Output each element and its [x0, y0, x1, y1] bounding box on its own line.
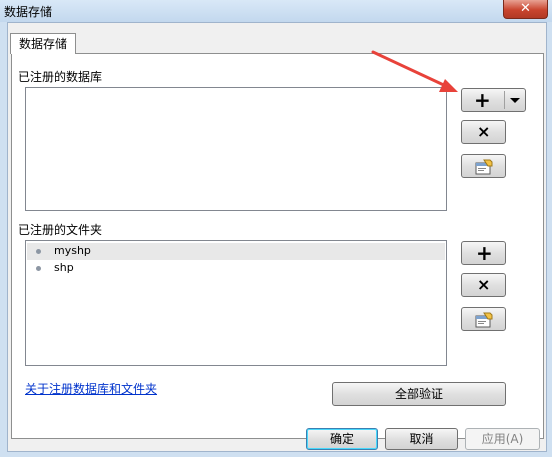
- apply-button[interactable]: 应用(A): [465, 428, 540, 450]
- title-bar: 数据存储 ✕: [0, 0, 552, 22]
- remove-database-button[interactable]: ×: [461, 120, 506, 144]
- folder-properties-button[interactable]: [461, 307, 506, 331]
- split-divider: [504, 91, 505, 109]
- help-link[interactable]: 关于注册数据库和文件夹: [25, 380, 157, 397]
- properties-icon: [475, 312, 493, 328]
- bullet-icon: [36, 266, 41, 271]
- window-title: 数据存储: [4, 5, 53, 19]
- add-database-split-button[interactable]: +: [461, 88, 526, 112]
- dialog-client: 数据存储 已注册的数据库 + × 已注册的文件夹 myshp shp + × 关…: [7, 22, 547, 452]
- add-folder-button[interactable]: +: [461, 241, 506, 265]
- remove-folder-button[interactable]: ×: [461, 273, 506, 297]
- properties-icon: [475, 159, 493, 175]
- databases-label: 已注册的数据库: [18, 70, 103, 84]
- close-icon: ✕: [520, 1, 531, 16]
- folders-listbox[interactable]: myshp shp: [25, 240, 447, 366]
- tab-data-stores[interactable]: 数据存储: [10, 33, 76, 54]
- folders-label: 已注册的文件夹: [18, 223, 103, 237]
- close-button[interactable]: ✕: [503, 0, 548, 19]
- databases-listbox[interactable]: [25, 87, 447, 211]
- folder-item-label: shp: [54, 261, 74, 274]
- cancel-button[interactable]: 取消: [385, 428, 458, 450]
- remove-icon: ×: [477, 275, 491, 294]
- database-properties-button[interactable]: [461, 154, 506, 178]
- validate-all-button[interactable]: 全部验证: [332, 382, 506, 406]
- bullet-icon: [36, 249, 41, 254]
- add-icon: +: [476, 241, 493, 265]
- list-item[interactable]: shp: [27, 260, 445, 277]
- add-icon: +: [474, 88, 491, 112]
- remove-icon: ×: [477, 122, 491, 141]
- ok-button[interactable]: 确定: [306, 428, 378, 450]
- tab-panel: 已注册的数据库 + × 已注册的文件夹 myshp shp + × 关于注册数据…: [11, 53, 544, 439]
- dropdown-arrow-icon[interactable]: [510, 98, 520, 103]
- list-item[interactable]: myshp: [27, 243, 445, 260]
- folder-item-label: myshp: [54, 244, 91, 257]
